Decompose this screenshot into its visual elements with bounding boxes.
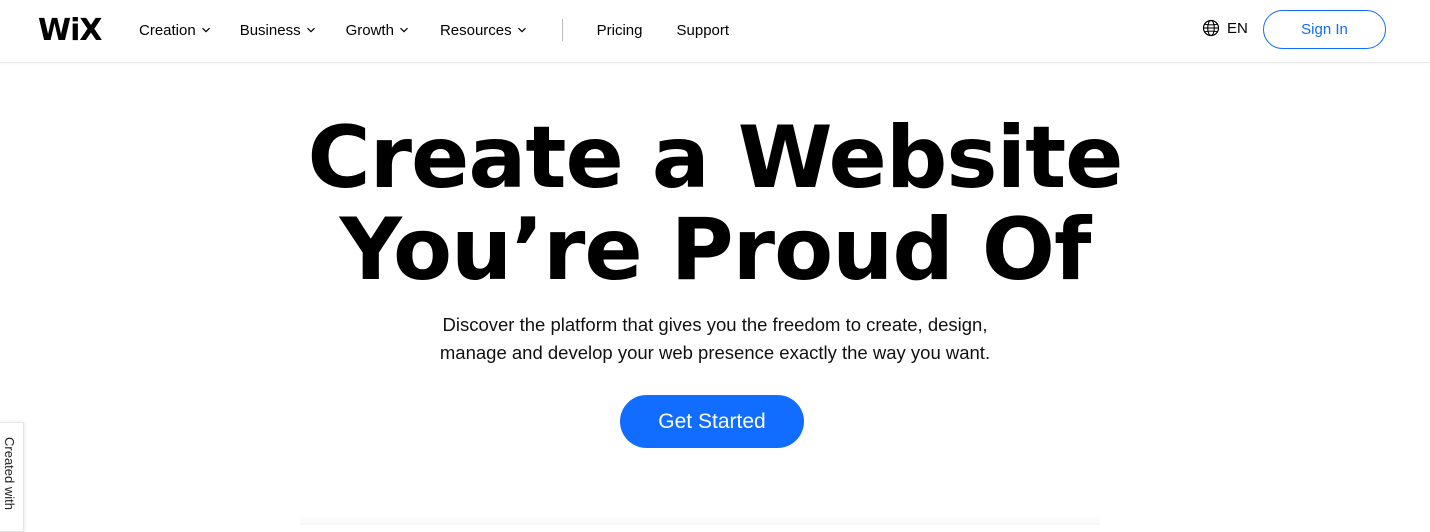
sign-in-button[interactable]: Sign In <box>1263 10 1386 49</box>
language-selector[interactable]: EN <box>1202 19 1248 37</box>
nav-item-label: Pricing <box>596 21 643 39</box>
created-with-badge[interactable]: Created with <box>0 422 24 532</box>
nav-divider <box>561 19 563 41</box>
chevron-down-icon <box>201 27 210 33</box>
site-header: WiX Creation Business Growth Resources P… <box>0 0 1430 63</box>
hero-title-line: Create a Website <box>307 108 1123 208</box>
hero-title: Create a Website You’re Proud Of <box>0 112 1430 296</box>
nav-item-support[interactable]: Support <box>677 22 730 39</box>
hero-subtitle-line: Discover the platform that gives you the… <box>442 314 988 335</box>
main-nav: Creation Business Growth Resources Prici… <box>139 0 729 60</box>
nav-item-label: Creation <box>139 21 196 39</box>
nav-item-label: Business <box>239 21 301 39</box>
get-started-button[interactable]: Get Started <box>620 395 804 448</box>
content-preview-edge <box>300 515 1100 525</box>
hero-title-line: You’re Proud Of <box>339 200 1092 300</box>
nav-item-label: Resources <box>439 21 512 39</box>
globe-icon <box>1202 19 1220 37</box>
nav-item-business[interactable]: Business <box>240 22 316 39</box>
chevron-down-icon <box>306 27 315 33</box>
nav-item-creation[interactable]: Creation <box>139 22 211 39</box>
nav-item-pricing[interactable]: Pricing <box>597 22 643 39</box>
language-label: EN <box>1227 19 1248 37</box>
nav-item-growth[interactable]: Growth <box>346 22 409 39</box>
hero-subtitle: Discover the platform that gives you the… <box>0 311 1430 367</box>
chevron-down-icon <box>517 27 526 33</box>
hero-subtitle-line: manage and develop your web presence exa… <box>439 342 991 363</box>
nav-item-label: Support <box>676 21 730 39</box>
chevron-down-icon <box>400 27 408 33</box>
nav-item-resources[interactable]: Resources <box>440 22 527 39</box>
badge-label: Created with <box>2 437 17 510</box>
nav-item-label: Growth <box>345 21 394 39</box>
wix-logo[interactable]: WiX <box>38 13 103 48</box>
